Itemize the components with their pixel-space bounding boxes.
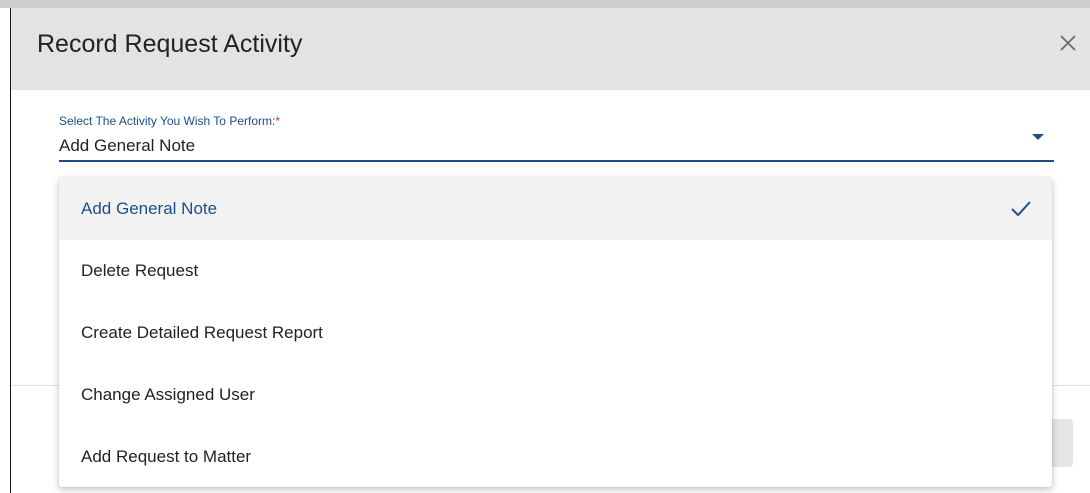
- dialog-header: Record Request Activity: [11, 8, 1090, 90]
- caret-down-icon[interactable]: [1032, 134, 1044, 140]
- close-icon: [1060, 35, 1076, 51]
- menu-item-change-assigned-user[interactable]: Change Assigned User: [59, 364, 1052, 426]
- activity-select-label: Select The Activity You Wish To Perform:…: [59, 114, 280, 128]
- menu-item-label: Add General Note: [81, 199, 218, 218]
- menu-item-label: Create Detailed Request Report: [81, 323, 323, 342]
- menu-item-create-detailed-request-report[interactable]: Create Detailed Request Report: [59, 302, 1052, 364]
- backdrop-strip: [0, 0, 1090, 8]
- menu-item-add-general-note[interactable]: Add General Note: [59, 178, 1052, 240]
- activity-select-label-text: Select The Activity You Wish To Perform:: [59, 114, 276, 128]
- menu-item-add-request-to-matter[interactable]: Add Request to Matter: [59, 426, 1052, 487]
- check-icon: [1011, 201, 1031, 217]
- menu-item-label: Add Request to Matter: [81, 447, 252, 466]
- activity-select-underline: [59, 160, 1054, 162]
- menu-item-label: Change Assigned User: [81, 385, 255, 404]
- activity-select-field[interactable]: Select The Activity You Wish To Perform:…: [59, 114, 1054, 162]
- activity-dropdown-menu: Add General Note Delete Request Create D…: [59, 178, 1052, 487]
- close-button[interactable]: [1053, 28, 1083, 58]
- activity-select-value: Add General Note: [59, 136, 196, 155]
- menu-item-delete-request[interactable]: Delete Request: [59, 240, 1052, 302]
- menu-item-label: Delete Request: [81, 261, 199, 280]
- required-marker: *: [275, 114, 280, 128]
- dialog-title: Record Request Activity: [37, 30, 303, 58]
